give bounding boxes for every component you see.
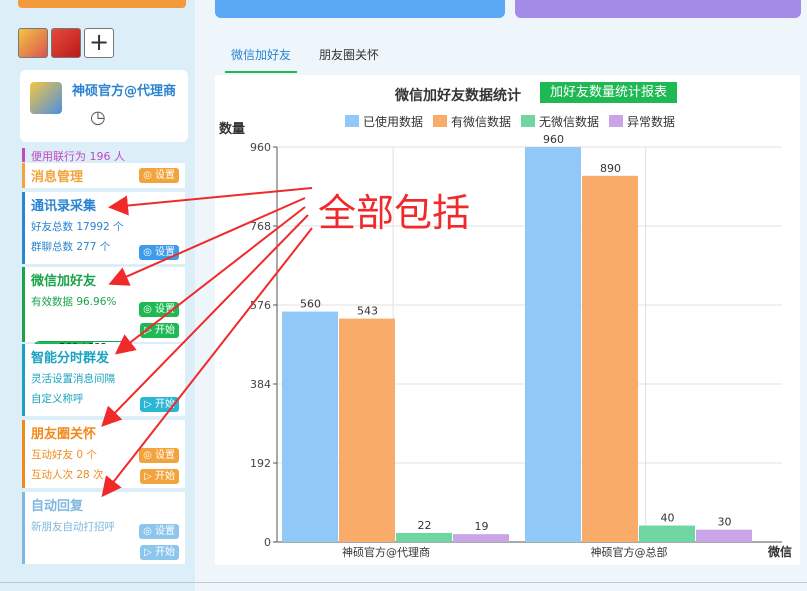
add-app-button[interactable]: + [84,28,114,58]
settings-button[interactable]: ◎ 设置 [139,448,179,463]
main-area: 微信加好友 朋友圈关怀 微信加好友数据统计 加好友数量统计报表 已使用数据 有微信… [195,0,807,591]
moments-care-card: 朋友圈关怀 互动好友 0 个互动人次 28 次 ◎ 设置 ▷ 开始 [22,420,185,488]
card-title[interactable]: 朋友圈关怀 [31,423,185,442]
settings-button[interactable]: ◎ 设置 [139,168,179,183]
card-title[interactable]: 通讯录采集 [31,195,185,214]
start-button[interactable]: ▷ 开始 [140,323,179,338]
settings-button[interactable]: ◎ 设置 [139,302,179,317]
account-card[interactable]: 神硕官方@代理商 ◷ [20,70,188,142]
bar-value-label: 960 [543,133,564,146]
annotation-text: 全部包括 [318,191,471,235]
auto-reply-card: 自动回复 新朋友自动打招呼 ◎ 设置 ▷ 开始 [22,492,185,564]
tab-moments[interactable]: 朋友圈关怀 [313,45,385,73]
settings-button[interactable]: ◎ 设置 [139,245,179,260]
y-tick-label: 960 [250,141,271,154]
bottom-divider [0,582,807,583]
x-tick-label: 神硕官方@代理商 [342,545,430,559]
bar [339,318,395,542]
bar-value-label: 19 [475,520,489,533]
sidebar: + 神硕官方@代理商 ◷ 便用联行为 196 人 消息管理 ◎ 设置通讯录采集好友… [0,0,195,591]
bar-value-label: 40 [661,512,675,525]
y-tick-label: 384 [250,378,271,391]
bar [282,311,338,542]
top-strip [18,0,186,8]
y-axis-label: 数量 [219,121,245,137]
chart-panel: 微信加好友数据统计 加好友数量统计报表 已使用数据 有微信数据 无微信数据 异常数据 … [215,75,800,565]
bar [639,525,695,542]
start-button[interactable]: ▷ 开始 [140,397,179,412]
card-detail: 灵活设置消息间隔 [31,373,115,385]
start-button[interactable]: ▷ 开始 [140,469,179,484]
avatar [30,82,62,114]
bar [582,175,638,542]
app-red-icon[interactable] [51,28,81,58]
x-tick-label: 神硕官方@总部 [591,545,668,559]
bar-value-label: 543 [357,305,378,318]
account-name: 神硕官方@代理商 [72,84,177,99]
y-tick-label: 768 [250,220,271,233]
bar [396,532,452,542]
card-title[interactable]: 智能分时群发 [31,347,185,366]
banner-purple[interactable] [515,0,801,18]
message-manage-card: 消息管理 ◎ 设置 [22,163,185,188]
bar-value-label: 22 [418,519,432,532]
contacts-collect-card: 通讯录采集 好友总数 17992 个群聊总数 277 个 ◎ 设置 [22,192,185,264]
bar [696,529,752,542]
bar [525,147,581,542]
group-broadcast-card: 智能分时群发 灵活设置消息间隔 自定义称呼 ▷ 开始 [22,344,185,416]
card-detail: 好友总数 17992 个 [31,221,124,233]
tab-add-friends[interactable]: 微信加好友 [225,45,298,73]
y-tick-label: 576 [250,299,271,312]
start-button[interactable]: ▷ 开始 [140,545,179,560]
bar-value-label: 30 [718,516,732,529]
app-logo-icon[interactable] [18,28,48,58]
card-title[interactable]: 微信加好友 [31,270,185,289]
x-axis-label: 微信 [767,544,792,559]
partial-row: 便用联行为 196 人 [22,148,185,162]
timer-icon[interactable]: ◷ [90,107,106,128]
banner-blue[interactable] [215,0,505,18]
bar-value-label: 560 [300,298,321,311]
settings-button[interactable]: ◎ 设置 [139,524,179,539]
bar-value-label: 890 [600,162,621,175]
add-friends-card: 微信加好友有效数据 96.96%◎ 设置▷ 开始560 / 932 [22,267,185,355]
bar [453,534,509,542]
bar-chart: 数量 0 192 384 576 768 960 560 960 543 890 22 40 19 30 神硕… [219,121,792,559]
card-title[interactable]: 自动回复 [31,495,185,514]
y-tick-label: 192 [250,457,271,470]
y-tick-label: 0 [264,536,271,549]
